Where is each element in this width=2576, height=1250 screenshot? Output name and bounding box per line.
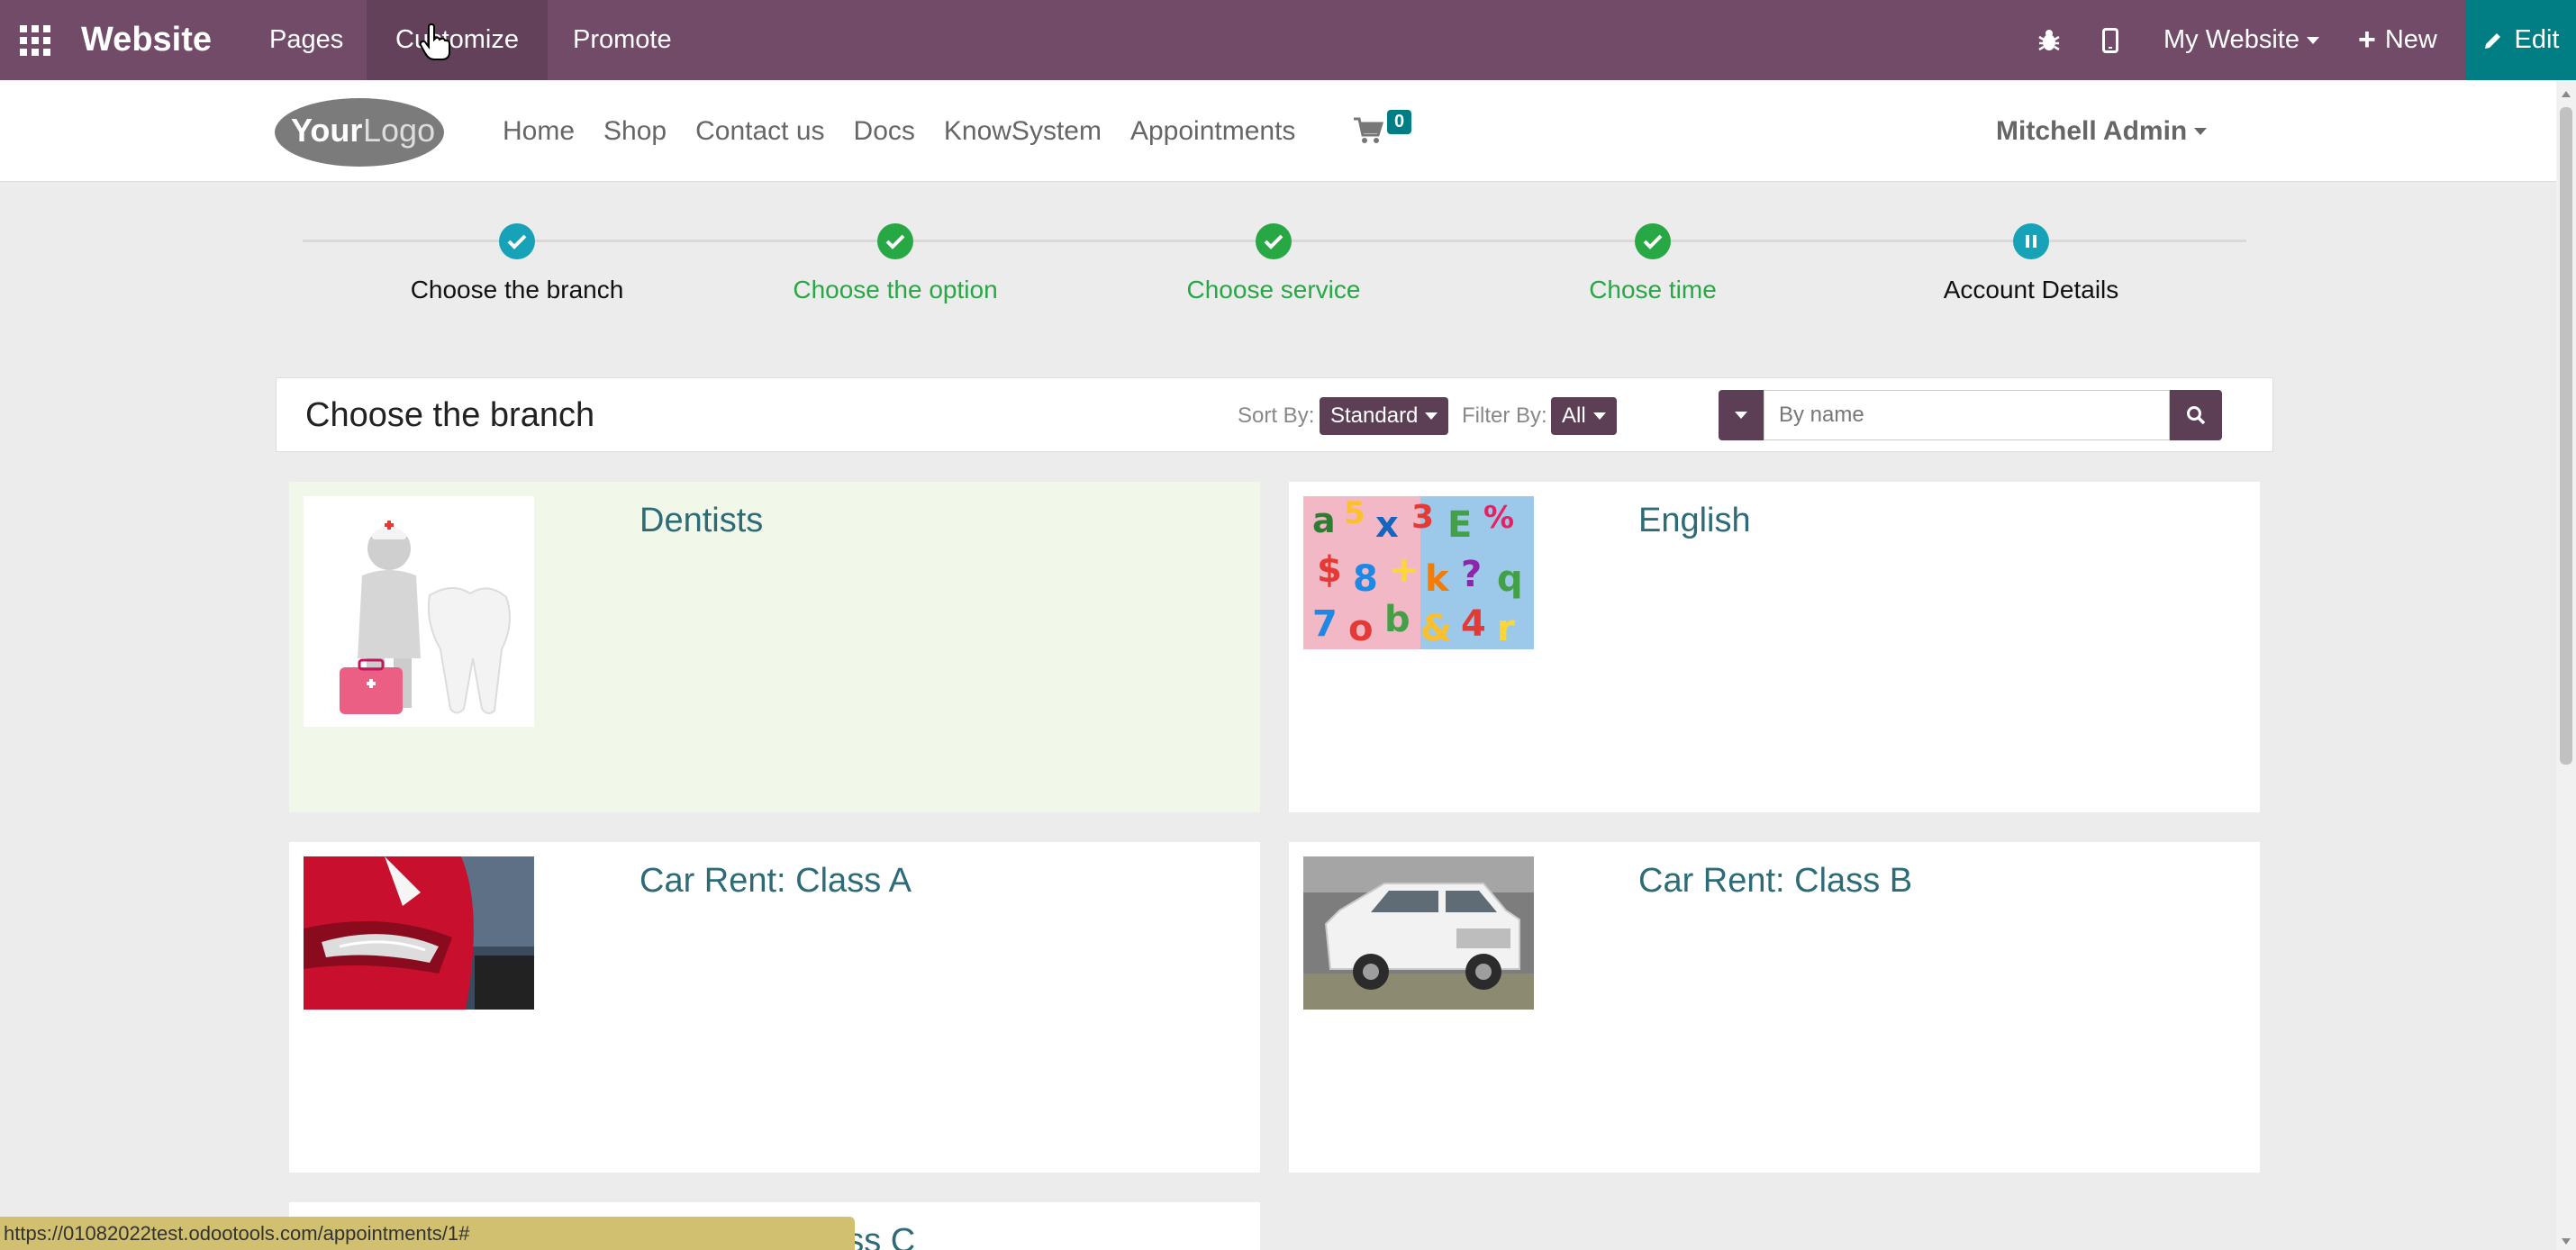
search-button[interactable] [2170, 390, 2222, 440]
mobile-preview-icon[interactable] [2102, 0, 2118, 80]
branch-card-dentists[interactable]: Dentists [289, 482, 1260, 812]
user-menu[interactable]: Mitchell Admin [1996, 80, 2208, 182]
search-icon [2187, 406, 2206, 425]
svg-text:?: ? [1461, 554, 1482, 595]
svg-text:$: $ [1317, 549, 1342, 591]
new-button-label: New [2384, 25, 2437, 54]
branch-toolbar: Choose the branch Sort By: Standard Filt… [276, 377, 2273, 452]
wizard-step-label: Choose the branch [410, 276, 624, 303]
search-filter-dropdown[interactable] [1719, 390, 1764, 440]
svg-text:&: & [1420, 608, 1452, 649]
wizard-step-label: Choose the option [793, 276, 998, 303]
menu-promote[interactable]: Promote [544, 0, 701, 80]
nav-knowsystem[interactable]: KnowSystem [944, 116, 1102, 147]
search-input[interactable] [1764, 390, 2170, 440]
scroll-down-arrow-icon[interactable] [2562, 1238, 2571, 1245]
chevron-down-icon [1735, 412, 1747, 419]
wizard-step-label: Chose time [1589, 276, 1717, 303]
user-name: Mitchell Admin [1996, 115, 2188, 146]
page-scrollbar[interactable] [2556, 80, 2576, 1250]
svg-text:q: q [1497, 558, 1523, 600]
new-button[interactable]: + New [2358, 0, 2437, 80]
branch-card-name[interactable]: Dentists [639, 502, 763, 540]
svg-text:x: x [1375, 504, 1399, 546]
plus-icon: + [2358, 23, 2376, 57]
hand-cursor-icon [419, 23, 450, 66]
svg-text:3: 3 [1411, 499, 1434, 536]
edit-button-label: Edit [2514, 25, 2560, 54]
scroll-up-arrow-icon[interactable] [2562, 91, 2571, 97]
status-bar-url: https://01082022test.odootools.com/appoi… [0, 1217, 855, 1250]
svg-text:%: % [1483, 500, 1514, 536]
cart-count-badge: 0 [1387, 110, 1412, 134]
admin-topbar: Website Pages Customize Promote My Websi… [0, 0, 2576, 80]
scrollbar-thumb[interactable] [2560, 107, 2572, 765]
filter-dropdown[interactable]: All [1551, 397, 1617, 435]
sort-dropdown[interactable]: Standard [1320, 397, 1449, 435]
edit-button[interactable]: Edit [2465, 0, 2576, 80]
menu-pages[interactable]: Pages [240, 0, 372, 80]
nav-appointments[interactable]: Appointments [1130, 116, 1295, 147]
wizard-step-option[interactable]: Choose the option [706, 223, 1084, 304]
branch-card-name[interactable]: Car Rent: Class A [639, 862, 912, 901]
wizard-step-label: Account Details [1943, 276, 2119, 303]
sort-label: Sort By: [1238, 403, 1315, 428]
filter-value: All [1562, 403, 1586, 428]
branch-card-car-rent-class-a[interactable]: Car Rent: Class A [289, 842, 1260, 1173]
svg-text:8: 8 [1353, 558, 1378, 600]
nav-contact-us[interactable]: Contact us [695, 116, 824, 147]
wizard-step-label: Choose service [1186, 276, 1361, 303]
branch-card-name[interactable]: Car Rent: Class B [1638, 862, 1912, 901]
wizard-step-service[interactable]: Choose service [1084, 223, 1463, 304]
wizard-step-time[interactable]: Chose time [1464, 223, 1842, 304]
wizard-step-account[interactable]: Account Details [1842, 223, 2220, 304]
menu-customize[interactable]: Customize [367, 0, 548, 80]
nav-docs[interactable]: Docs [854, 116, 915, 147]
site-header: Your Logo Home Shop Contact us Docs Know… [0, 80, 2556, 182]
dentist-illustration-image [304, 496, 534, 727]
svg-text:E: E [1447, 504, 1472, 546]
red-car-headlight-image [304, 856, 534, 1010]
svg-text:+: + [1389, 549, 1420, 591]
svg-text:a: a [1312, 501, 1336, 540]
website-selector[interactable]: My Website [2163, 0, 2319, 80]
branch-card-name[interactable]: English [1638, 502, 1751, 540]
sort-value: Standard [1330, 403, 1419, 428]
website-selector-label: My Website [2163, 25, 2299, 54]
chevron-down-icon [2306, 36, 2319, 44]
check-circle-icon [877, 223, 913, 259]
apps-menu-icon[interactable] [20, 0, 50, 80]
check-circle-icon [499, 223, 535, 259]
debug-bug-icon[interactable] [2037, 0, 2061, 80]
nav-shop[interactable]: Shop [603, 116, 667, 147]
logo-text-logo: Logo [363, 112, 435, 149]
chevron-down-icon [2194, 127, 2208, 135]
svg-text:7: 7 [1312, 603, 1338, 645]
nav-home[interactable]: Home [503, 116, 575, 147]
svg-text:o: o [1348, 608, 1373, 649]
check-circle-icon [1256, 223, 1292, 259]
svg-text:r: r [1497, 608, 1515, 649]
company-logo[interactable]: Your Logo [273, 95, 446, 168]
chevron-down-icon [1592, 412, 1606, 420]
app-brand[interactable]: Website [81, 0, 212, 80]
cart-icon[interactable] [1353, 117, 1384, 149]
svg-text:b: b [1384, 599, 1410, 640]
main-nav: Home Shop Contact us Docs KnowSystem App… [503, 80, 1295, 182]
colorful-letters-image: a 5 x 3 E % $ 8 + k ? q 7 o b & 4 r [1303, 496, 1534, 649]
svg-text:k: k [1425, 558, 1450, 600]
pencil-icon [2484, 32, 2500, 49]
check-circle-icon [1635, 223, 1671, 259]
logo-text-your: Your [291, 112, 362, 149]
branch-card-english[interactable]: a 5 x 3 E % $ 8 + k ? q 7 o b & 4 r Engl… [1289, 482, 2260, 812]
branch-card-car-rent-class-b[interactable]: Car Rent: Class B [1289, 842, 2260, 1173]
white-jeep-image [1303, 856, 1534, 1010]
svg-text:4: 4 [1461, 603, 1486, 645]
branch-title: Choose the branch [305, 396, 595, 434]
filter-label: Filter By: [1462, 403, 1547, 428]
chevron-down-icon [1425, 412, 1438, 420]
wizard-step-branch[interactable]: Choose the branch [328, 223, 706, 304]
svg-text:5: 5 [1344, 496, 1365, 531]
pause-circle-icon [2013, 223, 2049, 259]
